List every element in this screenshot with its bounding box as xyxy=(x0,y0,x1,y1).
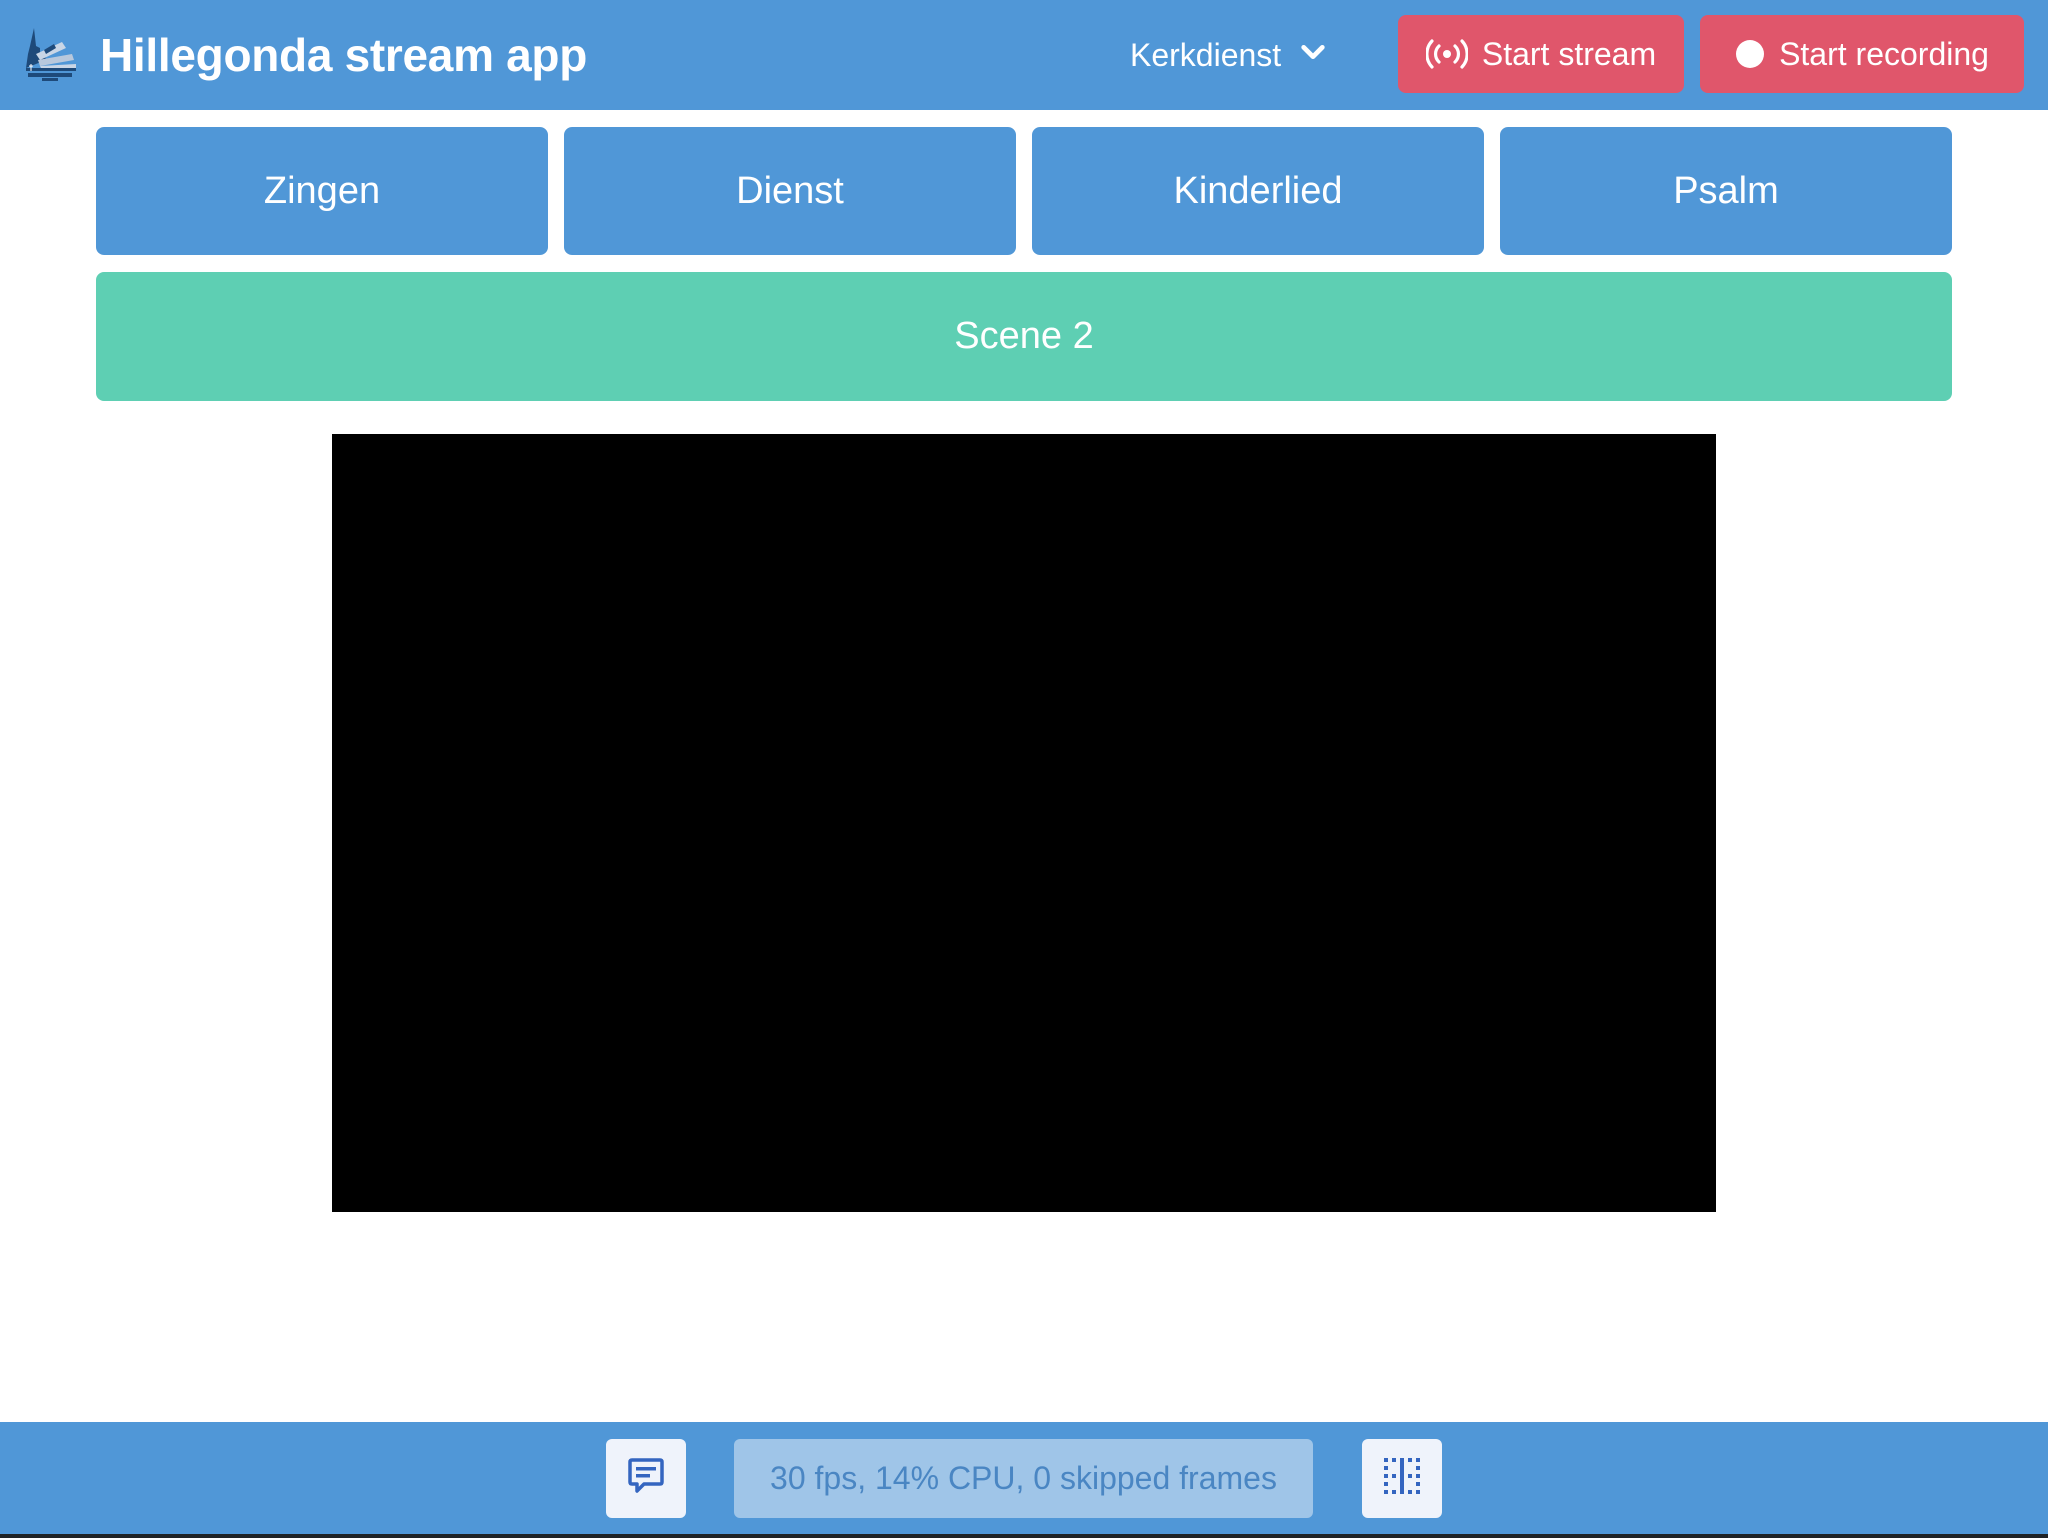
columns-icon xyxy=(1382,1456,1422,1501)
columns-button[interactable] xyxy=(1362,1439,1442,1518)
scene-button-kinderlied[interactable]: Kinderlied xyxy=(1032,127,1484,255)
scene-button-label: Psalm xyxy=(1673,169,1779,212)
active-scene-button[interactable]: Scene 2 xyxy=(96,272,1952,401)
record-dot-icon xyxy=(1735,39,1765,69)
chat-icon xyxy=(626,1456,666,1501)
scene-button-dienst[interactable]: Dienst xyxy=(564,127,1016,255)
window-bottom-edge xyxy=(0,1534,2048,1538)
video-preview xyxy=(332,434,1716,1212)
header-bar: Hillegonda stream app Kerkdienst Start s… xyxy=(0,0,2048,110)
start-recording-label: Start recording xyxy=(1779,35,1989,72)
profile-dropdown[interactable]: Kerkdienst xyxy=(1130,30,1327,80)
start-recording-button[interactable]: Start recording xyxy=(1700,15,2024,93)
chevron-down-icon xyxy=(1299,37,1327,74)
church-logo xyxy=(22,24,80,84)
scene-button-zingen[interactable]: Zingen xyxy=(96,127,548,255)
chat-button[interactable] xyxy=(606,1439,686,1518)
profile-selected-label: Kerkdienst xyxy=(1130,36,1282,73)
app-title: Hillegonda stream app xyxy=(100,29,588,81)
performance-status: 30 fps, 14% CPU, 0 skipped frames xyxy=(734,1439,1313,1518)
active-scene-label: Scene 2 xyxy=(954,315,1094,357)
broadcast-icon xyxy=(1425,39,1468,69)
scene-button-label: Kinderlied xyxy=(1173,169,1343,212)
scene-button-label: Dienst xyxy=(736,169,844,212)
scene-button-label: Zingen xyxy=(263,169,381,212)
start-stream-label: Start stream xyxy=(1481,35,1657,72)
performance-status-text: 30 fps, 14% CPU, 0 skipped frames xyxy=(770,1460,1277,1496)
footer-bar: 30 fps, 14% CPU, 0 skipped frames xyxy=(0,1422,2048,1534)
scene-button-psalm[interactable]: Psalm xyxy=(1500,127,1952,255)
start-stream-button[interactable]: Start stream xyxy=(1398,15,1684,93)
